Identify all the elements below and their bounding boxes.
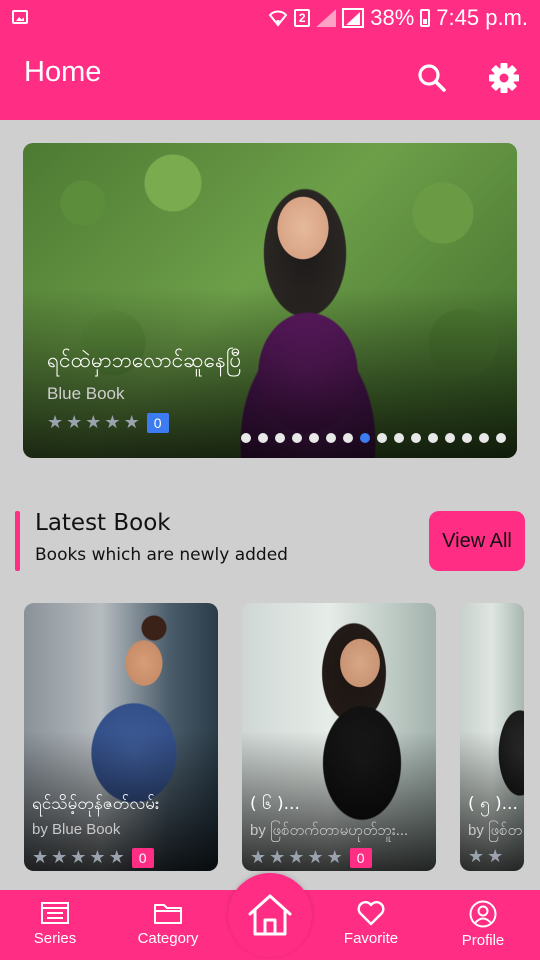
carousel-dot[interactable] — [428, 433, 438, 443]
star-icon: ★ — [123, 412, 140, 433]
status-bar: 2 38% 7:45 p.m. — [0, 0, 540, 36]
carousel-dot[interactable] — [377, 433, 387, 443]
settings-button[interactable] — [486, 60, 522, 96]
star-icon: ★ — [108, 847, 125, 868]
carousel-dot[interactable] — [445, 433, 455, 443]
book-title: ရင်သိမ့်တုန်ဇတ်လမ်း — [32, 794, 160, 814]
book-card[interactable]: ( ၆ )... by ဖြစ်တက်တာမဟုတ်ဘူး... ★ ★ ★ ★… — [242, 603, 436, 871]
nav-category[interactable]: Category — [118, 900, 218, 956]
featured-banner[interactable]: ရင်ထဲမှာဘလောင်ဆူနေပြီ Blue Book ★ ★ ★ ★ … — [23, 143, 517, 458]
star-icon: ★ — [269, 847, 286, 868]
nav-profile-label: Profile — [461, 932, 505, 949]
home-button[interactable] — [228, 873, 312, 957]
heart-icon — [357, 901, 385, 926]
home-icon — [248, 894, 292, 936]
star-icon: ★ — [288, 847, 305, 868]
book-title: ( ၆ )... — [250, 794, 300, 814]
rating-count-badge: 0 — [131, 848, 154, 868]
profile-icon — [469, 900, 497, 928]
gallery-notification-icon — [12, 10, 28, 24]
carousel-dot[interactable] — [360, 433, 370, 443]
carousel-dot[interactable] — [309, 433, 319, 443]
nav-favorite[interactable]: Favorite — [321, 900, 421, 956]
carousel-dot[interactable] — [343, 433, 353, 443]
book-author: by Blue Book — [32, 821, 121, 838]
nav-series[interactable]: Series — [5, 900, 105, 956]
app-bar: Home — [0, 36, 540, 120]
star-icon: ★ — [85, 412, 102, 433]
banner-title: ရင်ထဲမှာဘလောင်ဆူနေပြီ — [47, 348, 242, 372]
carousel-dot[interactable] — [411, 433, 421, 443]
nav-category-label: Category — [137, 930, 199, 947]
carousel-dot[interactable] — [326, 433, 336, 443]
book-rating: ★ ★ ★ ★ ★ 0 — [32, 848, 154, 868]
carousel-dot[interactable] — [394, 433, 404, 443]
banner-author: Blue Book — [47, 384, 125, 403]
book-card[interactable]: ( ၅ )... by ဖြစ်တ ★ ★ — [460, 603, 524, 871]
folder-icon — [154, 904, 182, 924]
signal-icon — [316, 9, 336, 27]
carousel-dot[interactable] — [258, 433, 268, 443]
wifi-icon — [268, 10, 288, 27]
carousel-dot[interactable] — [479, 433, 489, 443]
carousel-dot[interactable] — [275, 433, 285, 443]
status-icons: 2 38% 7:45 p.m. — [268, 4, 528, 32]
carousel-dot[interactable] — [241, 433, 251, 443]
star-icon: ★ — [250, 847, 267, 868]
star-icon: ★ — [89, 847, 106, 868]
battery-icon — [420, 9, 431, 27]
star-icon: ★ — [66, 412, 83, 433]
book-card[interactable]: ရင်သိမ့်တုန်ဇတ်လမ်း by Blue Book ★ ★ ★ ★… — [24, 603, 218, 871]
star-icon: ★ — [307, 847, 324, 868]
section-accent-bar — [15, 511, 20, 571]
section-title: Latest Book — [35, 510, 171, 536]
page-title: Home — [24, 56, 102, 88]
star-icon: ★ — [47, 412, 64, 433]
star-icon: ★ — [487, 846, 504, 867]
sim-icon: 2 — [294, 9, 311, 27]
carousel-dot[interactable] — [292, 433, 302, 443]
banner-rating: ★ ★ ★ ★ ★ 0 — [47, 413, 169, 433]
gear-icon — [489, 63, 519, 93]
star-icon: ★ — [70, 847, 87, 868]
book-rating: ★ ★ — [468, 848, 503, 866]
series-icon — [41, 902, 69, 924]
nav-favorite-label: Favorite — [343, 930, 399, 947]
battery-percent: 38% — [370, 5, 415, 30]
carousel-dot[interactable] — [496, 433, 506, 443]
clock: 7:45 p.m. — [436, 5, 528, 30]
search-button[interactable] — [414, 60, 450, 96]
rating-count-badge: 0 — [146, 413, 169, 433]
nav-profile[interactable]: Profile — [433, 900, 533, 956]
nav-series-label: Series — [33, 930, 77, 947]
signal-icon-2 — [342, 8, 365, 28]
rating-count-badge: 0 — [349, 848, 372, 868]
book-rating: ★ ★ ★ ★ ★ 0 — [250, 848, 372, 868]
book-title: ( ၅ )... — [468, 794, 518, 814]
star-icon: ★ — [32, 847, 49, 868]
book-author: by ဖြစ်တက်တာမဟုတ်ဘူး... — [250, 822, 409, 839]
carousel-dot[interactable] — [462, 433, 472, 443]
star-icon: ★ — [104, 412, 121, 433]
book-author: by ဖြစ်တ — [468, 822, 523, 839]
section-subtitle: Books which are newly added — [35, 545, 288, 565]
search-icon — [418, 64, 446, 92]
star-icon: ★ — [468, 846, 485, 867]
star-icon: ★ — [51, 847, 68, 868]
star-icon: ★ — [326, 847, 343, 868]
carousel-indicator — [241, 433, 506, 443]
view-all-button[interactable]: View All — [429, 511, 525, 571]
